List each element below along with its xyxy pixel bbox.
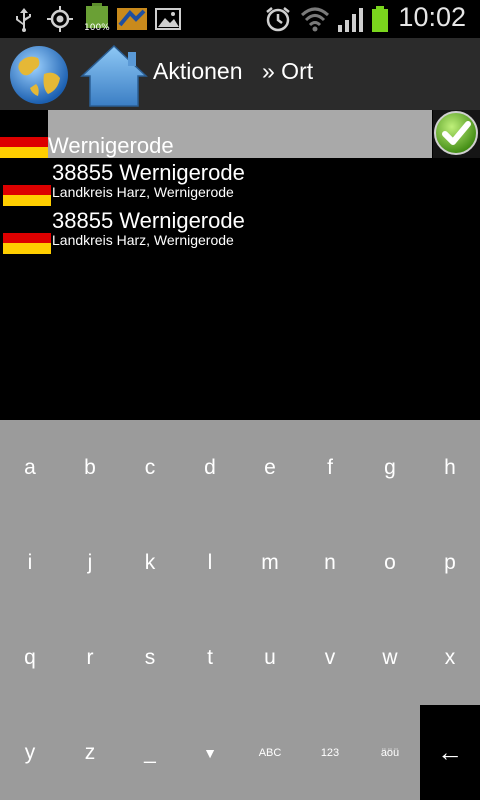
result-subtitle: Landkreis Harz, Wernigerode	[52, 232, 234, 248]
key-s[interactable]: s	[120, 610, 180, 705]
key-f[interactable]: f	[300, 420, 360, 515]
search-input-value[interactable]: Wernigerode	[48, 133, 174, 159]
battery-icon	[372, 6, 388, 32]
key-g[interactable]: g	[360, 420, 420, 515]
result-title: 38855 Wernigerode	[52, 160, 245, 185]
signal-icon	[338, 8, 363, 32]
key-n[interactable]: n	[300, 515, 360, 610]
key-b[interactable]: b	[60, 420, 120, 515]
gallery-icon	[155, 8, 181, 30]
key-underscore[interactable]: _	[120, 705, 180, 800]
home-icon[interactable]	[80, 42, 148, 108]
checkmark-icon	[434, 111, 478, 155]
result-subtitle: Landkreis Harz, Wernigerode	[52, 184, 234, 200]
key-c[interactable]: c	[120, 420, 180, 515]
key-j[interactable]: j	[60, 515, 120, 610]
status-bar: 100% 10:02	[0, 0, 480, 38]
keyboard: a b c d e f g h i j k l m n o p q r s t …	[0, 420, 480, 800]
key-o[interactable]: o	[360, 515, 420, 610]
key-k[interactable]: k	[120, 515, 180, 610]
germany-flag-icon[interactable]	[0, 126, 48, 158]
clock: 10:02	[398, 2, 466, 32]
germany-flag-icon	[3, 222, 51, 254]
search-row: Wernigerode	[0, 110, 480, 158]
key-h[interactable]: h	[420, 420, 480, 515]
hide-keyboard-button[interactable]: ▼	[180, 705, 240, 800]
battery-app-icon: 100%	[84, 3, 110, 35]
result-title: 38855 Wernigerode	[52, 208, 245, 233]
key-i[interactable]: i	[0, 515, 60, 610]
germany-flag-icon	[3, 174, 51, 206]
breadcrumb: » Ort	[262, 58, 314, 84]
list-item[interactable]: 38855 Wernigerode Landkreis Harz, Wernig…	[0, 160, 480, 208]
alarm-icon	[266, 7, 290, 32]
confirm-button[interactable]	[433, 110, 480, 158]
action-bar: Aktionen » Ort	[0, 38, 480, 110]
key-y[interactable]: y	[0, 705, 60, 800]
key-e[interactable]: e	[240, 420, 300, 515]
key-t[interactable]: t	[180, 610, 240, 705]
key-z[interactable]: z	[60, 705, 120, 800]
key-m[interactable]: m	[240, 515, 300, 610]
app-icon	[117, 8, 147, 30]
key-p[interactable]: p	[420, 515, 480, 610]
umlaut-mode-button[interactable]: äöü	[360, 705, 420, 800]
list-item[interactable]: 38855 Wernigerode Landkreis Harz, Wernig…	[0, 208, 480, 256]
battery-percent-badge: 100%	[84, 23, 110, 33]
usb-icon	[16, 8, 31, 32]
key-w[interactable]: w	[360, 610, 420, 705]
key-a[interactable]: a	[0, 420, 60, 515]
key-d[interactable]: d	[180, 420, 240, 515]
wifi-icon	[300, 7, 330, 32]
numeric-mode-button[interactable]: 123	[300, 705, 360, 800]
key-v[interactable]: v	[300, 610, 360, 705]
page-title[interactable]: Aktionen	[153, 58, 243, 85]
key-l[interactable]: l	[180, 515, 240, 610]
globe-icon[interactable]	[8, 44, 70, 106]
key-q[interactable]: q	[0, 610, 60, 705]
key-x[interactable]: x	[420, 610, 480, 705]
key-u[interactable]: u	[240, 610, 300, 705]
backspace-button[interactable]: ←	[420, 705, 480, 800]
key-r[interactable]: r	[60, 610, 120, 705]
uppercase-mode-button[interactable]: ABC	[240, 705, 300, 800]
gps-icon	[47, 6, 73, 32]
